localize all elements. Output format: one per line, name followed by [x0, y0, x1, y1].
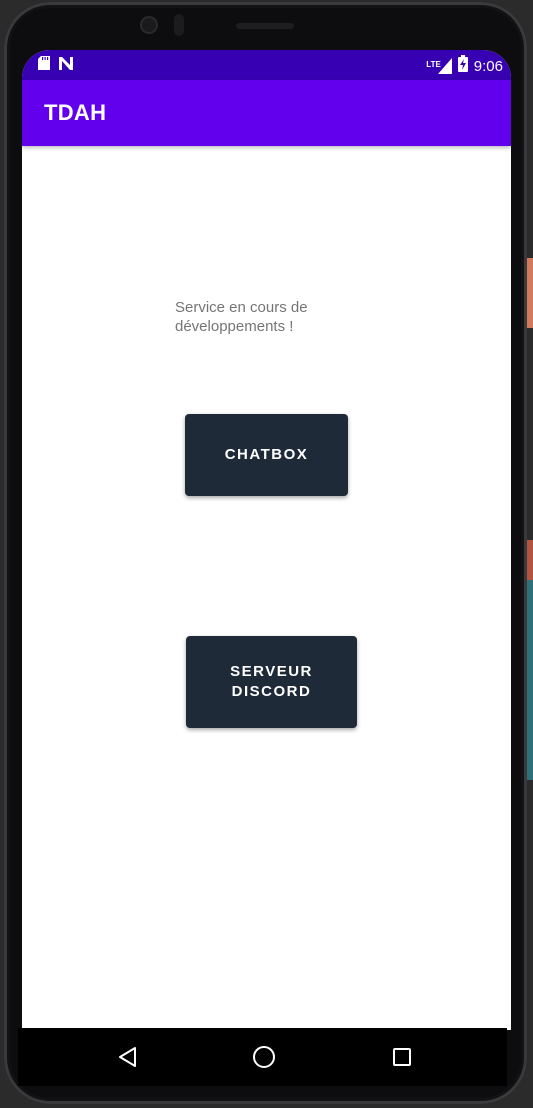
back-icon — [119, 1047, 136, 1067]
desktop-background-strip — [527, 540, 533, 580]
app-title: TDAH — [44, 100, 107, 125]
proximity-sensor — [174, 14, 184, 36]
phone-screen: LTE 9:06 TDAH Service en cours de dévelo… — [22, 50, 511, 1030]
battery-charging-icon — [457, 55, 468, 77]
navigation-bar — [18, 1028, 507, 1086]
desktop-background-strip — [527, 580, 533, 780]
discord-server-button[interactable]: SERVEUR DISCORD — [186, 636, 357, 728]
front-camera — [140, 16, 158, 34]
chatbox-button[interactable]: CHATBOX — [185, 414, 348, 496]
status-time: 9:06 — [473, 57, 503, 75]
app-bar: TDAH — [22, 80, 511, 146]
back-button[interactable] — [112, 1041, 144, 1073]
home-icon — [253, 1046, 275, 1068]
desktop-background-strip — [527, 258, 533, 328]
earpiece-speaker — [236, 23, 294, 29]
status-bar: LTE 9:06 — [22, 50, 511, 80]
phone-frame: LTE 9:06 TDAH Service en cours de dévelo… — [4, 2, 527, 1104]
recents-button[interactable] — [386, 1041, 418, 1073]
recents-icon — [393, 1048, 411, 1066]
lte-signal-icon: LTE — [426, 58, 452, 74]
sd-card-icon — [38, 56, 50, 75]
development-message: Service en cours de développements ! — [175, 299, 308, 335]
home-button[interactable] — [248, 1041, 280, 1073]
n-notification-icon — [58, 56, 74, 75]
